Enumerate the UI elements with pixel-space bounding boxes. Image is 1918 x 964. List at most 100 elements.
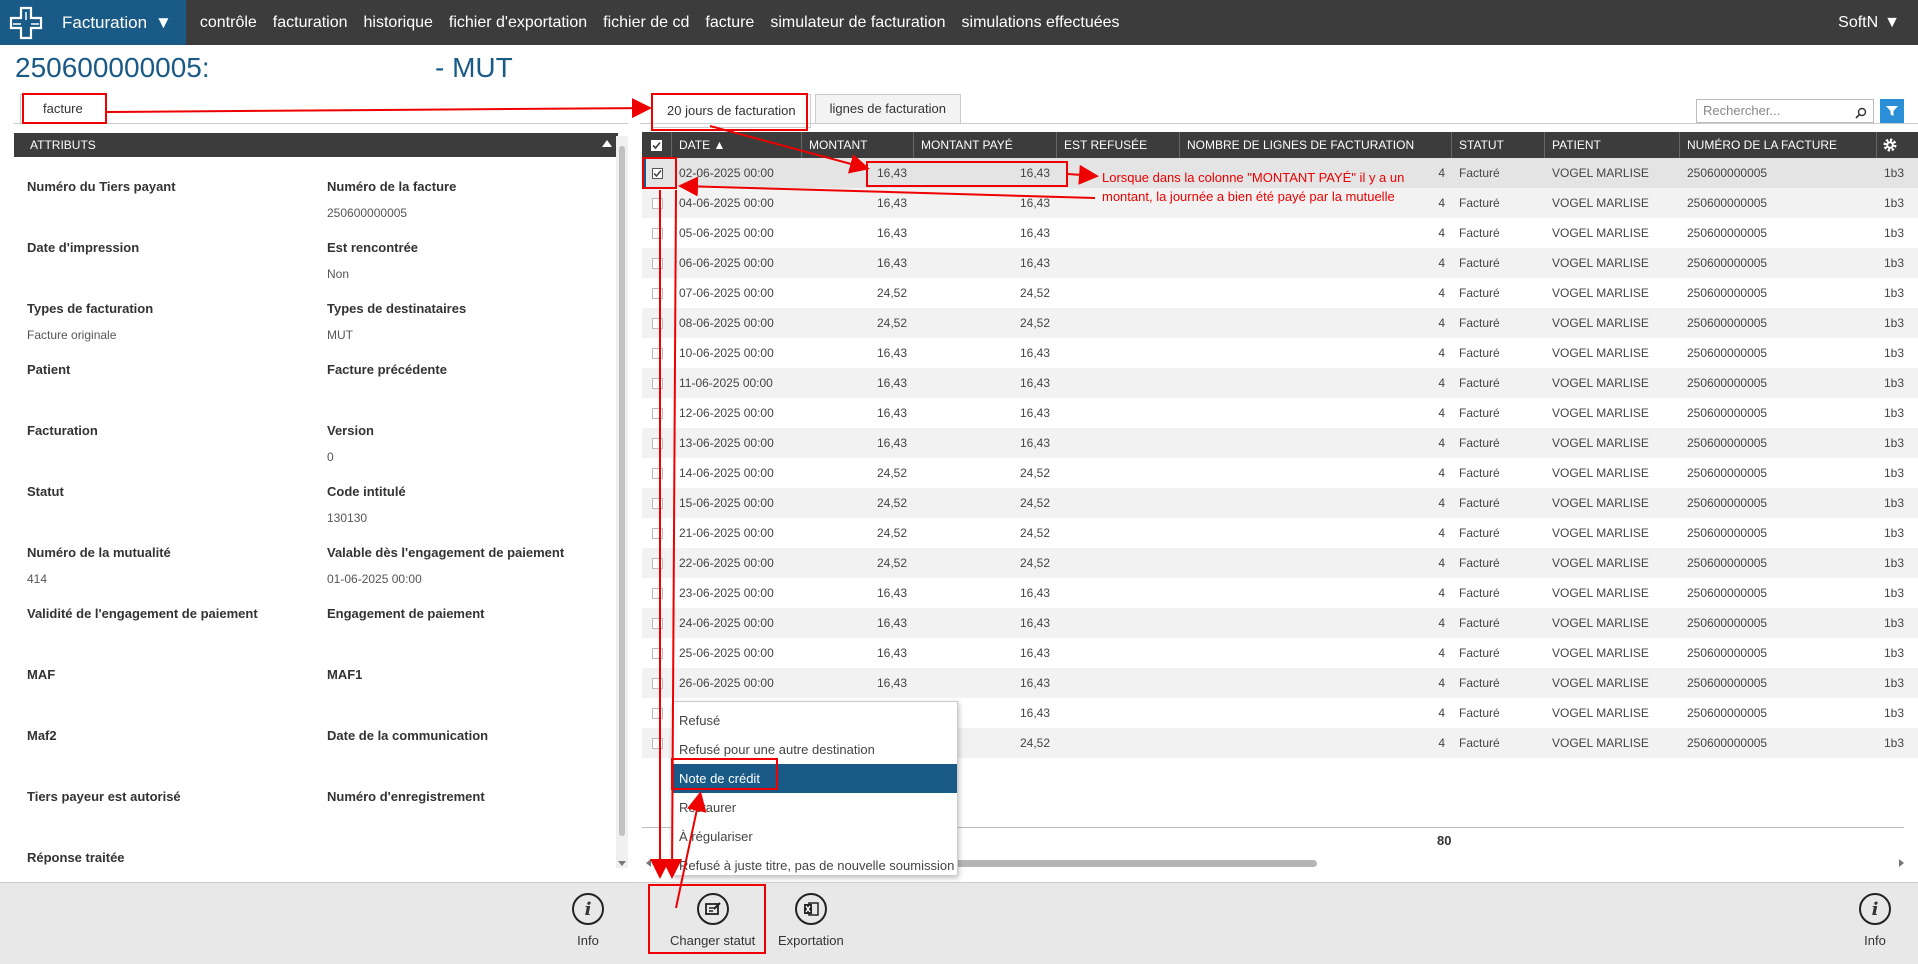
nav-item[interactable]: historique bbox=[356, 14, 441, 32]
row-checkbox-cell[interactable] bbox=[642, 248, 672, 278]
table-row[interactable]: 10-06-2025 00:00 16,43 16,43 4 Facturé VOGEL … bbox=[642, 338, 1918, 368]
row-checkbox[interactable] bbox=[651, 617, 663, 629]
table-row[interactable]: 07-06-2025 00:00 24,52 24,52 4 Facturé VOGEL … bbox=[642, 278, 1918, 308]
table-row[interactable]: 21-06-2025 00:00 24,52 24,52 4 Facturé VOGEL … bbox=[642, 518, 1918, 548]
row-checkbox[interactable] bbox=[651, 287, 663, 299]
row-checkbox[interactable] bbox=[651, 527, 663, 539]
row-checkbox-cell[interactable] bbox=[642, 218, 672, 248]
table-row[interactable]: 12-06-2025 00:00 16,43 16,43 4 Facturé VOGEL … bbox=[642, 398, 1918, 428]
context-menu-item[interactable]: Restaurer bbox=[673, 793, 957, 822]
col-statut[interactable]: STATUT bbox=[1452, 132, 1545, 158]
nav-item[interactable]: simulateur de facturation bbox=[762, 14, 953, 32]
row-checkbox-cell[interactable] bbox=[642, 548, 672, 578]
cell-montant: 16,43 bbox=[876, 376, 907, 390]
scrollbar-thumb[interactable] bbox=[619, 146, 625, 836]
table-row[interactable]: 25-06-2025 00:00 16,43 16,43 4 Facturé VOGEL … bbox=[642, 638, 1918, 668]
select-all-checkbox[interactable] bbox=[642, 132, 672, 158]
row-checkbox[interactable] bbox=[651, 197, 663, 209]
row-checkbox[interactable] bbox=[651, 737, 663, 749]
filter-button[interactable] bbox=[1880, 99, 1904, 123]
row-checkbox[interactable] bbox=[651, 227, 663, 239]
checkbox[interactable] bbox=[651, 139, 662, 151]
context-menu-item[interactable]: À régulariser bbox=[673, 822, 957, 851]
row-checkbox-cell[interactable] bbox=[642, 428, 672, 458]
row-checkbox-cell[interactable] bbox=[642, 188, 672, 218]
table-row[interactable]: 08-06-2025 00:00 24,52 24,52 4 Facturé VOGEL … bbox=[642, 308, 1918, 338]
export-button[interactable]: Exportation bbox=[778, 893, 844, 948]
row-checkbox-cell[interactable] bbox=[642, 668, 672, 698]
col-numero-facture[interactable]: NUMÉRO DE LA FACTURE bbox=[1680, 132, 1877, 158]
cell-montant-paye: 16,43 bbox=[1019, 256, 1050, 270]
row-checkbox-cell[interactable] bbox=[642, 518, 672, 548]
row-checkbox[interactable] bbox=[651, 497, 663, 509]
col-montant[interactable]: MONTANT bbox=[802, 132, 914, 158]
nav-item[interactable]: fichier de cd bbox=[595, 14, 697, 32]
nav-item[interactable]: contrôle bbox=[192, 14, 265, 32]
search-icon[interactable] bbox=[1855, 104, 1867, 126]
info-button-right[interactable]: i Info bbox=[1859, 893, 1891, 948]
row-checkbox-cell[interactable] bbox=[642, 338, 672, 368]
col-date[interactable]: DATE ▲ bbox=[672, 132, 802, 158]
table-row[interactable]: 26-06-2025 00:00 16,43 16,43 4 Facturé VOGEL … bbox=[642, 668, 1918, 698]
row-checkbox[interactable] bbox=[651, 377, 663, 389]
tab-billing-lines[interactable]: lignes de facturation bbox=[814, 94, 961, 124]
row-checkbox-cell[interactable] bbox=[642, 398, 672, 428]
col-est-refusee[interactable]: EST REFUSÉE bbox=[1057, 132, 1180, 158]
row-checkbox[interactable] bbox=[651, 587, 663, 599]
table-row[interactable]: 15-06-2025 00:00 24,52 24,52 4 Facturé VOGEL … bbox=[642, 488, 1918, 518]
nav-item[interactable]: facturation bbox=[265, 14, 356, 32]
col-patient[interactable]: PATIENT bbox=[1545, 132, 1680, 158]
table-row[interactable]: 13-06-2025 00:00 16,43 16,43 4 Facturé VOGEL … bbox=[642, 428, 1918, 458]
attributes-scrollbar[interactable] bbox=[616, 136, 628, 868]
context-menu-item[interactable]: Refusé à juste titre, pas de nouvelle so… bbox=[673, 851, 957, 880]
context-menu-item[interactable]: Refusé bbox=[673, 706, 957, 735]
col-nombre-lignes[interactable]: NOMBRE DE LIGNES DE FACTURATION bbox=[1180, 132, 1452, 158]
user-menu[interactable]: SoftN ▼ bbox=[1838, 14, 1918, 32]
row-checkbox-cell[interactable] bbox=[642, 278, 672, 308]
nav-item[interactable]: fichier d'exportation bbox=[441, 14, 595, 32]
row-checkbox-cell[interactable] bbox=[642, 638, 672, 668]
row-checkbox[interactable] bbox=[651, 677, 663, 689]
row-checkbox[interactable] bbox=[651, 467, 663, 479]
row-checkbox-cell[interactable] bbox=[642, 608, 672, 638]
gear-icon[interactable] bbox=[1877, 132, 1902, 158]
row-checkbox-cell[interactable] bbox=[642, 458, 672, 488]
cell-montant: 16,43 bbox=[876, 616, 907, 630]
row-checkbox[interactable] bbox=[651, 647, 663, 659]
app-logo-icon[interactable] bbox=[0, 0, 52, 45]
attribute-field: Facture précédente bbox=[327, 340, 618, 401]
table-row[interactable]: 23-06-2025 00:00 16,43 16,43 4 Facturé VOGEL … bbox=[642, 578, 1918, 608]
row-checkbox-cell[interactable] bbox=[642, 728, 672, 758]
row-checkbox-cell[interactable] bbox=[642, 698, 672, 728]
row-checkbox-cell[interactable] bbox=[642, 488, 672, 518]
cell-statut: Facturé bbox=[1459, 466, 1500, 480]
table-row[interactable]: 06-06-2025 00:00 16,43 16,43 4 Facturé VOGEL … bbox=[642, 248, 1918, 278]
scrollbar-thumb[interactable] bbox=[952, 860, 1317, 867]
table-row[interactable]: 14-06-2025 00:00 24,52 24,52 4 Facturé VOGEL … bbox=[642, 458, 1918, 488]
table-row[interactable]: 05-06-2025 00:00 16,43 16,43 4 Facturé VOGEL … bbox=[642, 218, 1918, 248]
row-checkbox-cell[interactable] bbox=[642, 578, 672, 608]
row-checkbox[interactable] bbox=[651, 317, 663, 329]
cell-montant: 24,52 bbox=[876, 556, 907, 570]
row-checkbox-cell[interactable] bbox=[642, 368, 672, 398]
scroll-down-icon[interactable] bbox=[618, 861, 626, 866]
search-input[interactable]: Rechercher... bbox=[1696, 99, 1874, 123]
app-switcher[interactable]: Facturation ▼ bbox=[52, 0, 186, 45]
row-checkbox-cell[interactable] bbox=[642, 308, 672, 338]
col-montant-paye[interactable]: MONTANT PAYÉ bbox=[914, 132, 1057, 158]
table-row[interactable]: 22-06-2025 00:00 24,52 24,52 4 Facturé VOGEL … bbox=[642, 548, 1918, 578]
row-checkbox[interactable] bbox=[651, 437, 663, 449]
row-checkbox[interactable] bbox=[651, 407, 663, 419]
row-checkbox[interactable] bbox=[651, 257, 663, 269]
nav-item[interactable]: simulations effectuées bbox=[954, 14, 1128, 32]
table-row[interactable]: 24-06-2025 00:00 16,43 16,43 4 Facturé VOGEL … bbox=[642, 608, 1918, 638]
row-checkbox[interactable] bbox=[651, 347, 663, 359]
nav-item[interactable]: facture bbox=[697, 14, 762, 32]
info-button[interactable]: i Info bbox=[572, 893, 604, 948]
row-checkbox[interactable] bbox=[651, 557, 663, 569]
scroll-right-icon[interactable] bbox=[1899, 859, 1904, 867]
scroll-left-icon[interactable] bbox=[646, 859, 651, 867]
row-checkbox[interactable] bbox=[651, 707, 663, 719]
collapse-triangle-icon[interactable] bbox=[602, 140, 612, 147]
table-row[interactable]: 11-06-2025 00:00 16,43 16,43 4 Facturé VOGEL … bbox=[642, 368, 1918, 398]
